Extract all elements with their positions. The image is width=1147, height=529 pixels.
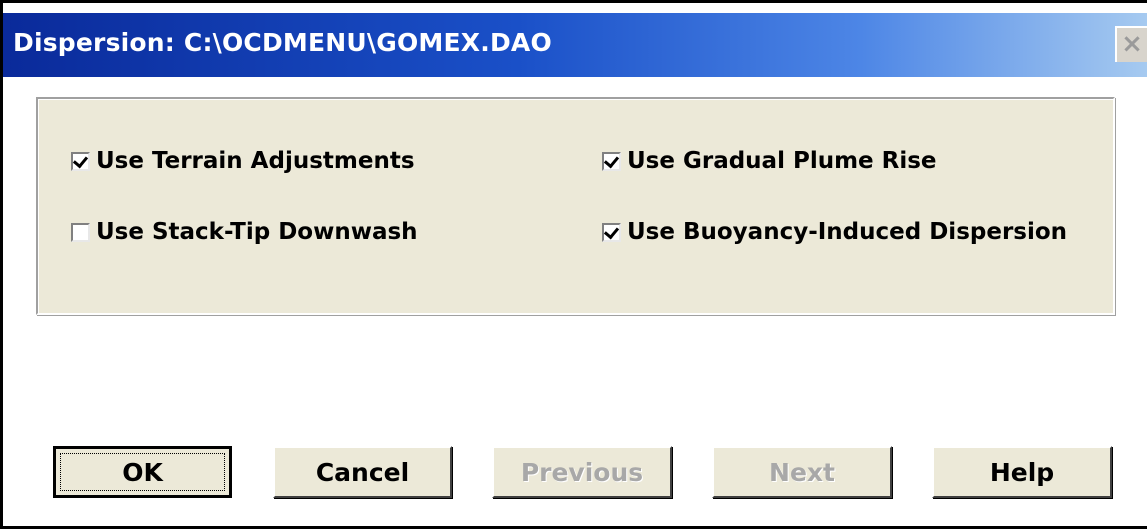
gradual-plume-rise-checkbox[interactable]: Use Gradual Plume Rise [602,148,937,174]
terrain-adjustments-label: Use Terrain Adjustments [96,148,415,174]
window-border-top [0,0,1147,3]
title-bar[interactable]: Dispersion: C:\OCDMENU\GOMEX.DAO × [3,13,1147,77]
close-icon[interactable]: × [1115,26,1147,62]
checkbox-checked-icon[interactable] [71,151,90,171]
previous-button[interactable]: Previous [492,446,672,498]
checkbox-unchecked-icon[interactable] [71,222,90,242]
dialog-window: Dispersion: C:\OCDMENU\GOMEX.DAO × Use T… [0,0,1147,529]
window-border-left [0,0,3,529]
cancel-button-label: Cancel [315,457,410,487]
next-button-label: Next [769,457,835,487]
previous-button-label: Previous [520,457,644,487]
window-title: Dispersion: C:\OCDMENU\GOMEX.DAO [13,28,552,57]
next-button[interactable]: Next [712,446,892,498]
buoyancy-induced-dispersion-checkbox[interactable]: Use Buoyancy-Induced Dispersion [602,219,1067,245]
stack-tip-downwash-label: Use Stack-Tip Downwash [96,219,418,245]
stack-tip-downwash-checkbox[interactable]: Use Stack-Tip Downwash [71,219,418,245]
cancel-button[interactable]: Cancel [273,446,452,498]
options-group: Use Terrain Adjustments Use Gradual Plum… [36,97,1115,315]
terrain-adjustments-checkbox[interactable]: Use Terrain Adjustments [71,148,415,174]
ok-button[interactable]: OK [53,446,232,498]
focus-rectangle [60,453,225,491]
buoyancy-induced-dispersion-label: Use Buoyancy-Induced Dispersion [627,219,1068,245]
checkbox-checked-icon[interactable] [602,222,621,242]
checkbox-checked-icon[interactable] [602,151,621,171]
gradual-plume-rise-label: Use Gradual Plume Rise [627,148,937,174]
help-button-label: Help [989,457,1055,487]
help-button[interactable]: Help [932,446,1112,498]
